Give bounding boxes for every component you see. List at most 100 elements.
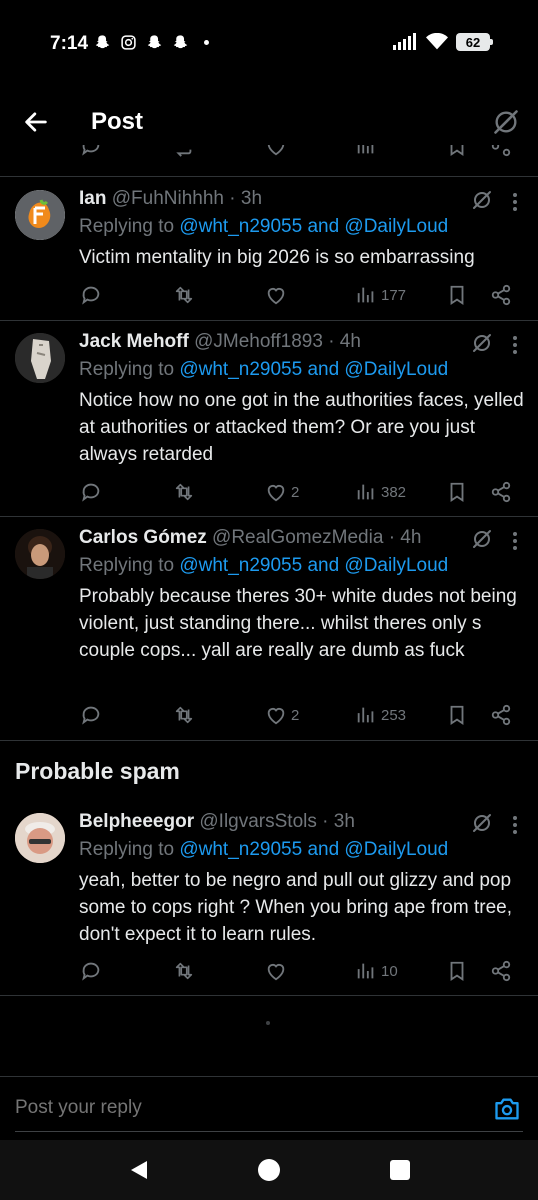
more-options-icon[interactable]: [512, 531, 518, 551]
tweet-header: Ian @FuhNihhhh · 3h: [79, 188, 262, 210]
grok-icon[interactable]: [492, 108, 520, 136]
nav-recent-icon[interactable]: [390, 1160, 410, 1180]
like-count: 2: [291, 483, 300, 501]
reply-button[interactable]: [80, 480, 102, 504]
notification-icons: [94, 34, 215, 51]
share-icon[interactable]: [490, 145, 512, 157]
repost-icon[interactable]: [173, 145, 195, 157]
timestamp: · 3h: [229, 188, 263, 209]
status-bar: 7:14 62: [0, 0, 538, 88]
bookmark-button[interactable]: [446, 959, 468, 983]
camera-icon[interactable]: [493, 1095, 521, 1123]
like-button[interactable]: [265, 283, 291, 307]
views-button[interactable]: 177: [355, 283, 406, 307]
views-icon: [357, 707, 374, 723]
divider: [0, 995, 538, 996]
timestamp: · 4h: [388, 527, 422, 548]
reply-input[interactable]: [15, 1097, 475, 1119]
views-icon: [357, 963, 374, 979]
handle[interactable]: @IlgvarsStols: [199, 811, 317, 832]
views-icon[interactable]: [355, 145, 377, 157]
handle[interactable]: @JMehoff1893: [194, 331, 323, 352]
avatar[interactable]: [15, 190, 65, 240]
repost-button[interactable]: [173, 959, 195, 983]
replying-to: Replying to @wht_n29055 and @DailyLoud: [79, 216, 448, 238]
handle[interactable]: @RealGomezMedia: [212, 527, 383, 548]
replying-to-label: Replying to: [79, 216, 180, 237]
avatar[interactable]: [15, 813, 65, 863]
display-name[interactable]: Jack Mehoff: [79, 331, 189, 352]
reply-button[interactable]: [80, 703, 102, 727]
bookmark-button[interactable]: [446, 480, 468, 504]
display-name[interactable]: Belpheeegor: [79, 811, 194, 832]
bookmark-icon[interactable]: [446, 145, 468, 157]
mention-links[interactable]: @wht_n29055 and @DailyLoud: [179, 555, 448, 576]
tweet-text: yeah, better to be negro and pull out gl…: [79, 870, 512, 945]
share-button[interactable]: [490, 480, 512, 504]
bookmark-icon: [450, 482, 464, 502]
share-button[interactable]: [490, 959, 512, 983]
repost-button[interactable]: [173, 283, 195, 307]
tweet-actions: 10: [0, 959, 538, 983]
mention-links[interactable]: @wht_n29055 and @DailyLoud: [179, 216, 448, 237]
bookmark-button[interactable]: [446, 283, 468, 307]
reply-icon: [82, 483, 100, 502]
tweet-text: Probably because theres 30+ white dudes …: [79, 586, 517, 661]
mention-links[interactable]: @wht_n29055 and @DailyLoud: [179, 839, 448, 860]
repost-button[interactable]: [173, 703, 195, 727]
like-icon: [267, 288, 285, 305]
share-icon: [491, 960, 511, 982]
probable-spam-heading: Probable spam: [15, 758, 180, 784]
avatar[interactable]: [15, 529, 65, 579]
display-name[interactable]: Ian: [79, 188, 106, 209]
reply-tweet[interactable]: Carlos Gómez @RealGomezMedia · 4h Replyi…: [0, 527, 538, 732]
more-options-icon[interactable]: [512, 815, 518, 835]
reply-tweet[interactable]: Jack Mehoff @JMehoff1893 · 4h Replying t…: [0, 331, 538, 511]
reply-icon[interactable]: [80, 145, 102, 157]
previous-tweet-actions: [0, 145, 538, 165]
display-name[interactable]: Carlos Gómez: [79, 527, 207, 548]
views-button[interactable]: 382: [355, 480, 406, 504]
handle[interactable]: @FuhNihhhh: [112, 188, 224, 209]
replying-to: Replying to @wht_n29055 and @DailyLoud: [79, 555, 448, 577]
mention-links[interactable]: @wht_n29055 and @DailyLoud: [179, 359, 448, 380]
share-icon: [491, 704, 511, 726]
repost-icon: [175, 483, 193, 501]
views-icon: [357, 287, 374, 303]
reply-tweet[interactable]: Ian @FuhNihhhh · 3h Replying to @wht_n29…: [0, 188, 538, 318]
bookmark-button[interactable]: [446, 703, 468, 727]
nav-back-icon[interactable]: [128, 1159, 150, 1181]
views-button[interactable]: 10: [355, 959, 398, 983]
battery-level: 62: [465, 34, 481, 50]
like-icon[interactable]: [265, 145, 287, 157]
arrow-left-icon[interactable]: [22, 108, 50, 136]
grok-icon[interactable]: [470, 188, 494, 212]
page-title: Post: [91, 108, 144, 135]
reply-tweet[interactable]: Belpheeegor @IlgvarsStols · 3h Replying …: [0, 811, 538, 983]
like-button[interactable]: [265, 959, 291, 983]
grok-icon[interactable]: [470, 527, 494, 551]
repost-icon: [175, 962, 193, 980]
replying-to-label: Replying to: [79, 555, 180, 576]
person-avatar-icon: [15, 529, 65, 579]
share-button[interactable]: [490, 703, 512, 727]
more-options-icon[interactable]: [512, 335, 518, 355]
avatar[interactable]: [15, 333, 65, 383]
grok-icon[interactable]: [470, 811, 494, 835]
grok-icon[interactable]: [470, 331, 494, 355]
view-count: 253: [381, 706, 407, 724]
divider: [0, 516, 538, 517]
share-button[interactable]: [490, 283, 512, 307]
more-options-icon[interactable]: [512, 192, 518, 212]
tweet-actions: 2 382: [0, 480, 538, 504]
view-count: 382: [381, 483, 407, 501]
reply-button[interactable]: [80, 283, 102, 307]
view-count: 177: [381, 286, 407, 304]
reply-button[interactable]: [80, 959, 102, 983]
nav-home-icon[interactable]: [258, 1159, 280, 1181]
repost-button[interactable]: [173, 480, 195, 504]
like-button[interactable]: 2: [265, 480, 299, 504]
like-button[interactable]: 2: [265, 703, 299, 727]
system-icons: 62: [392, 33, 493, 51]
views-button[interactable]: 253: [355, 703, 406, 727]
